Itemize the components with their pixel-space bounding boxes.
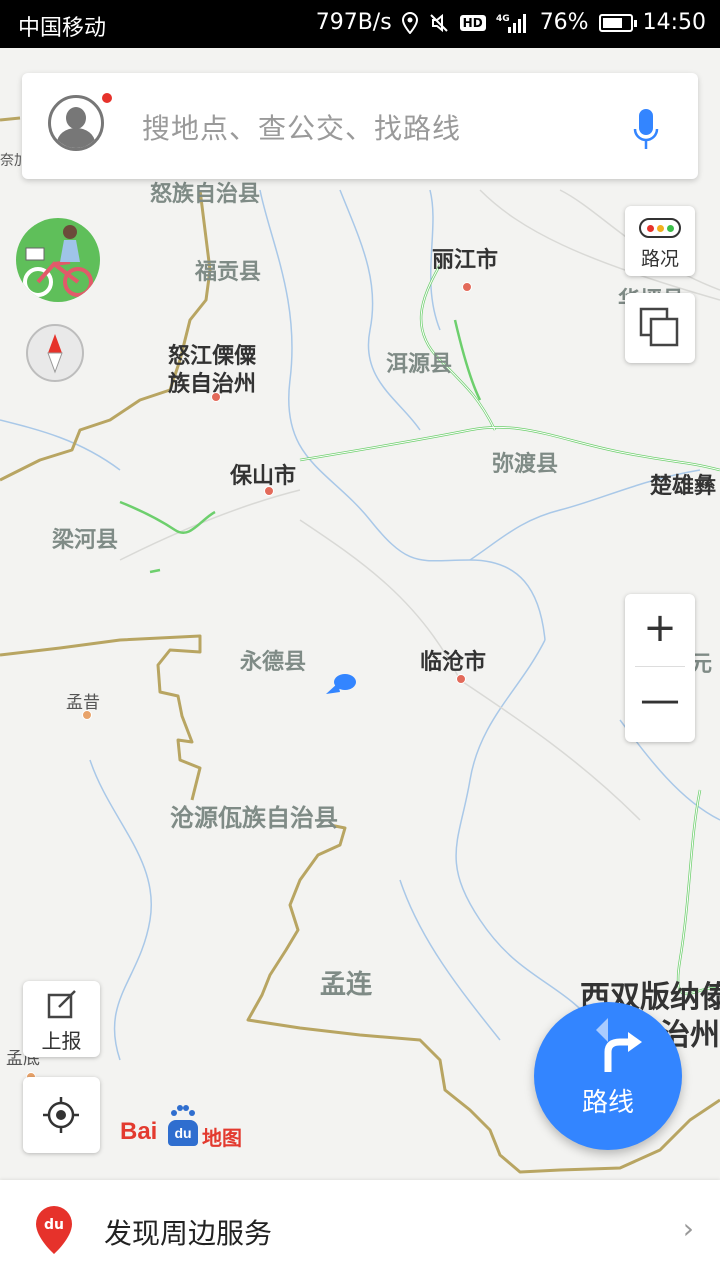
map-label-chuxiong: 楚雄彝 (650, 474, 717, 499)
location-icon (401, 11, 418, 34)
zoom-control: + — (625, 594, 695, 742)
zoom-out-button[interactable]: — (625, 668, 695, 740)
net-speed: 797B/s (315, 10, 392, 35)
city-dot (456, 674, 466, 684)
compass-icon[interactable] (26, 324, 84, 382)
city-dot (211, 392, 221, 402)
avatar-icon[interactable] (48, 95, 104, 151)
city-dot (462, 282, 472, 292)
nearby-services-label: 发现周边服务 (104, 1217, 273, 1250)
microphone-icon[interactable] (632, 105, 660, 153)
clock: 14:50 (642, 10, 706, 35)
chevron-right-icon: › (682, 1212, 694, 1245)
status-icons: 797B/s HD 4G 76% 14:50 (316, 10, 706, 35)
svg-text:du: du (44, 1217, 64, 1233)
hd-badge: HD (459, 14, 486, 31)
notification-dot (102, 93, 112, 103)
search-input[interactable]: 搜地点、查公交、找路线 (142, 107, 461, 147)
logo-du: du (168, 1120, 198, 1146)
map-label-fugong: 福贡县 (195, 260, 262, 285)
divider (635, 666, 685, 667)
locate-icon (43, 1097, 79, 1133)
layers-icon (639, 307, 679, 347)
map-label-yongde: 永德县 (240, 650, 307, 675)
traffic-button[interactable]: 路况 (625, 206, 695, 276)
report-label: 上报 (41, 1029, 82, 1053)
status-bar: 中国移动 797B/s HD 4G 76% 14:50 (0, 0, 720, 48)
nearby-services-bar[interactable]: du 发现周边服务 › (0, 1180, 720, 1280)
search-bar[interactable]: 搜地点、查公交、找路线 (22, 73, 698, 179)
bike-share-icon[interactable] (16, 218, 100, 302)
logo-bai: Bai (120, 1118, 158, 1145)
current-location-icon (326, 674, 356, 694)
map-pin-icon: du (36, 1206, 72, 1254)
map-label-eryuan: 洱源县 (386, 352, 453, 377)
map-label-baoshan: 保山市 (230, 464, 297, 489)
zoom-in-button[interactable]: + (625, 594, 695, 666)
traffic-light-icon (639, 218, 681, 238)
map-label-midu: 弥渡县 (492, 452, 559, 477)
city-dot (264, 486, 274, 496)
route-label: 路线 (581, 1088, 634, 1118)
svg-text:4G: 4G (496, 14, 510, 24)
town-dot (82, 710, 92, 720)
map-label-menglian: 孟连 (320, 970, 373, 1000)
logo-ditu: 地图 (202, 1126, 242, 1150)
map-label-mengxi: 孟昔 (66, 693, 100, 713)
locate-button[interactable] (23, 1077, 100, 1153)
layers-button[interactable] (625, 293, 695, 363)
signal-icon: 4G (496, 13, 526, 33)
traffic-label: 路况 (640, 248, 679, 270)
report-button[interactable]: 上报 (23, 981, 100, 1057)
paw-icon (171, 1105, 195, 1116)
carrier-name: 中国移动 (18, 16, 107, 41)
map-label-nujiang-top: 怒族自治县 (150, 182, 261, 207)
battery-percent: 76% (539, 10, 589, 35)
route-button[interactable]: 路线 (534, 1002, 682, 1150)
edit-icon (47, 990, 76, 1019)
map-label-lincang: 临沧市 (420, 650, 487, 675)
battery-icon (598, 13, 637, 32)
mute-icon (429, 13, 448, 32)
baidu-map-logo: Bai du 地图 (120, 1104, 260, 1150)
map-label-lijiang: 丽江市 (432, 248, 499, 273)
map-label-lianghe: 梁河县 (52, 528, 119, 553)
turn-arrow-icon (596, 1018, 642, 1072)
map-label-cangyuan: 沧源佤族自治县 (170, 804, 338, 832)
